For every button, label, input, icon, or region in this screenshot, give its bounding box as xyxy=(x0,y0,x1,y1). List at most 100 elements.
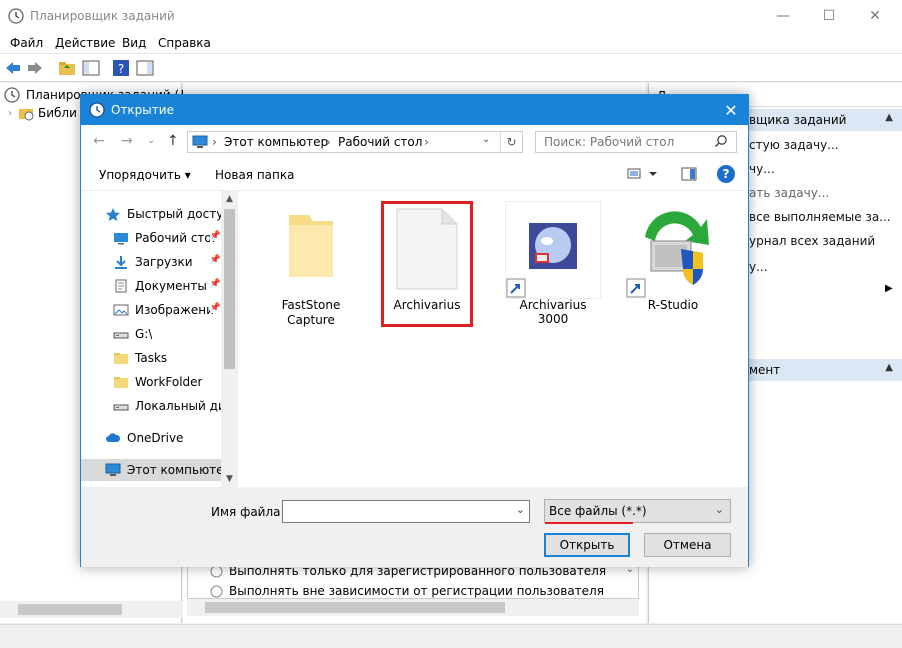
address-dropdown-icon[interactable]: ⌄ xyxy=(482,134,490,145)
refresh-icon[interactable]: ↻ xyxy=(500,132,522,152)
action-create-basic-task[interactable]: стую задачу... xyxy=(749,138,839,152)
back-icon[interactable]: ← xyxy=(93,133,105,149)
nav-item[interactable]: G:\ xyxy=(113,323,221,345)
filename-dropdown-icon[interactable]: ⌄ xyxy=(516,503,525,516)
action-show-running[interactable]: все выполняемые за... xyxy=(749,210,891,224)
radio-icon[interactable] xyxy=(210,585,223,598)
center-hscrollbar[interactable] xyxy=(187,599,639,616)
main-titlebar: Планировщик заданий — ☐ ✕ xyxy=(0,0,902,32)
file-type-dropdown-icon[interactable]: ⌄ xyxy=(715,503,724,516)
breadcrumb-separator-icon: › xyxy=(326,135,331,149)
expand-chevron-icon[interactable]: › xyxy=(8,108,12,119)
file-name: FastStone xyxy=(281,298,341,312)
clock-icon xyxy=(4,87,20,103)
file-item[interactable]: Archivarius 3000 xyxy=(505,201,601,326)
search-icon[interactable] xyxy=(714,134,728,151)
collapse-icon[interactable]: ▲ xyxy=(885,112,893,123)
breadcrumb-computer[interactable]: Этот компьютер xyxy=(224,135,328,149)
status-bar xyxy=(0,624,902,648)
preview-pane-icon[interactable] xyxy=(681,167,697,184)
nav-item-label: G:\ xyxy=(135,327,153,341)
dialog-close-button[interactable]: ✕ xyxy=(718,97,744,123)
breadcrumb-desktop[interactable]: Рабочий стол xyxy=(338,135,422,149)
clock-icon xyxy=(8,8,24,27)
open-button[interactable]: Открыть xyxy=(544,533,630,557)
maximize-button[interactable]: ☐ xyxy=(806,0,852,32)
file-item[interactable]: R-Studio xyxy=(625,201,721,319)
open-file-dialog: Открытие ✕ ← → ⌄ ↑ › Этот компьютер › Ра… xyxy=(80,94,749,567)
nav-item[interactable]: WorkFolder xyxy=(113,371,221,393)
nav-item[interactable]: Загрузки 📌 xyxy=(113,251,221,273)
collapse-icon[interactable]: ▲ xyxy=(885,362,893,373)
scroll-down-icon[interactable]: ▼ xyxy=(221,471,238,487)
filename-label: Имя файла: xyxy=(211,505,285,519)
nav-item-label: WorkFolder xyxy=(135,375,203,389)
view-options-icon[interactable] xyxy=(627,167,659,184)
scroll-thumb[interactable] xyxy=(224,209,235,369)
filename-input[interactable]: ⌄ xyxy=(282,500,530,523)
organize-button[interactable]: Упорядочить ▾ xyxy=(99,168,191,182)
file-name: Archivarius 3000 xyxy=(519,298,587,326)
show-action-pane-icon[interactable] xyxy=(136,59,154,77)
nav-item-label: Рабочий сто. xyxy=(135,231,216,245)
show-tree-icon[interactable] xyxy=(82,59,100,77)
nav-item[interactable]: OneDrive xyxy=(105,427,221,449)
search-input[interactable]: Поиск: Рабочий стол xyxy=(535,131,737,153)
pin-icon[interactable]: 📌 xyxy=(209,303,221,313)
cloud-icon xyxy=(105,431,121,445)
nav-item[interactable]: Этот компьютер xyxy=(81,459,221,481)
forward-icon[interactable]: → xyxy=(121,133,133,149)
navigation-scrollbar[interactable]: ▲ ▼ xyxy=(221,191,238,487)
new-folder-button[interactable]: Новая папка xyxy=(215,168,294,182)
submenu-arrow-icon[interactable]: ▶ xyxy=(885,283,893,294)
nav-item[interactable]: Локальный дис xyxy=(113,395,221,417)
action-create-task[interactable]: чу... xyxy=(749,162,775,176)
scroll-thumb[interactable] xyxy=(205,602,505,613)
cancel-button[interactable]: Отмена xyxy=(644,533,731,557)
menu-action[interactable]: Действие xyxy=(55,36,115,50)
breadcrumb-separator-icon: › xyxy=(212,135,217,149)
folder-icon xyxy=(113,351,129,365)
help-icon[interactable]: ? xyxy=(112,59,130,77)
forward-arrow-icon[interactable] xyxy=(26,59,44,77)
dialog-command-bar: Упорядочить ▾ Новая папка ? xyxy=(81,159,748,191)
action-import-task[interactable]: ать задачу... xyxy=(749,186,829,200)
svg-text:?: ? xyxy=(118,62,124,76)
help-button[interactable]: ? xyxy=(717,165,735,183)
dialog-title: Открытие xyxy=(111,103,174,117)
nav-item[interactable]: Изображени 📌 xyxy=(113,299,221,321)
left-hscrollbar[interactable] xyxy=(0,601,182,618)
nav-item[interactable]: Быстрый доступ xyxy=(105,203,221,225)
pin-icon[interactable]: 📌 xyxy=(209,255,221,265)
minimize-button[interactable]: — xyxy=(760,0,806,32)
action-configure[interactable]: у... xyxy=(749,260,768,274)
nav-item-label: OneDrive xyxy=(127,431,184,445)
file-type-select[interactable]: Все файлы (*.*) ⌄ xyxy=(544,499,731,523)
up-icon[interactable]: ↑ xyxy=(167,133,179,149)
pin-icon[interactable]: 📌 xyxy=(209,279,221,289)
nav-item[interactable]: Документы 📌 xyxy=(113,275,221,297)
file-item[interactable]: FastStone Capture xyxy=(263,201,359,327)
menu-help[interactable]: Справка xyxy=(158,36,211,50)
breadcrumb-separator-icon[interactable]: › xyxy=(424,135,429,149)
scroll-thumb[interactable] xyxy=(18,604,122,615)
recent-dropdown-icon[interactable]: ⌄ xyxy=(147,135,155,146)
pin-icon[interactable]: 📌 xyxy=(209,231,221,241)
tree-child[interactable]: › Библи xyxy=(8,105,77,121)
up-folder-icon[interactable] xyxy=(58,59,76,77)
archivarius-shortcut-icon xyxy=(505,201,601,299)
nav-item-label: Tasks xyxy=(135,351,168,365)
close-button[interactable]: ✕ xyxy=(852,0,898,32)
option-any-user[interactable]: Выполнять вне зависимости от регистрации… xyxy=(210,584,604,598)
nav-item[interactable]: Рабочий сто. 📌 xyxy=(113,227,221,249)
action-enable-history[interactable]: урнал всех заданий xyxy=(749,234,875,248)
menu-view[interactable]: Вид xyxy=(122,36,146,50)
scroll-up-icon[interactable]: ▲ xyxy=(221,191,238,207)
menu-file[interactable]: Файл xyxy=(10,36,43,50)
pictures-icon xyxy=(113,303,129,317)
file-item[interactable]: Archivarius xyxy=(381,201,473,327)
back-arrow-icon[interactable] xyxy=(4,59,22,77)
tree-child-label: Библи xyxy=(38,106,77,120)
nav-item[interactable]: Tasks xyxy=(113,347,221,369)
address-bar[interactable]: › Этот компьютер › Рабочий стол › ⌄ ↻ xyxy=(187,131,523,153)
